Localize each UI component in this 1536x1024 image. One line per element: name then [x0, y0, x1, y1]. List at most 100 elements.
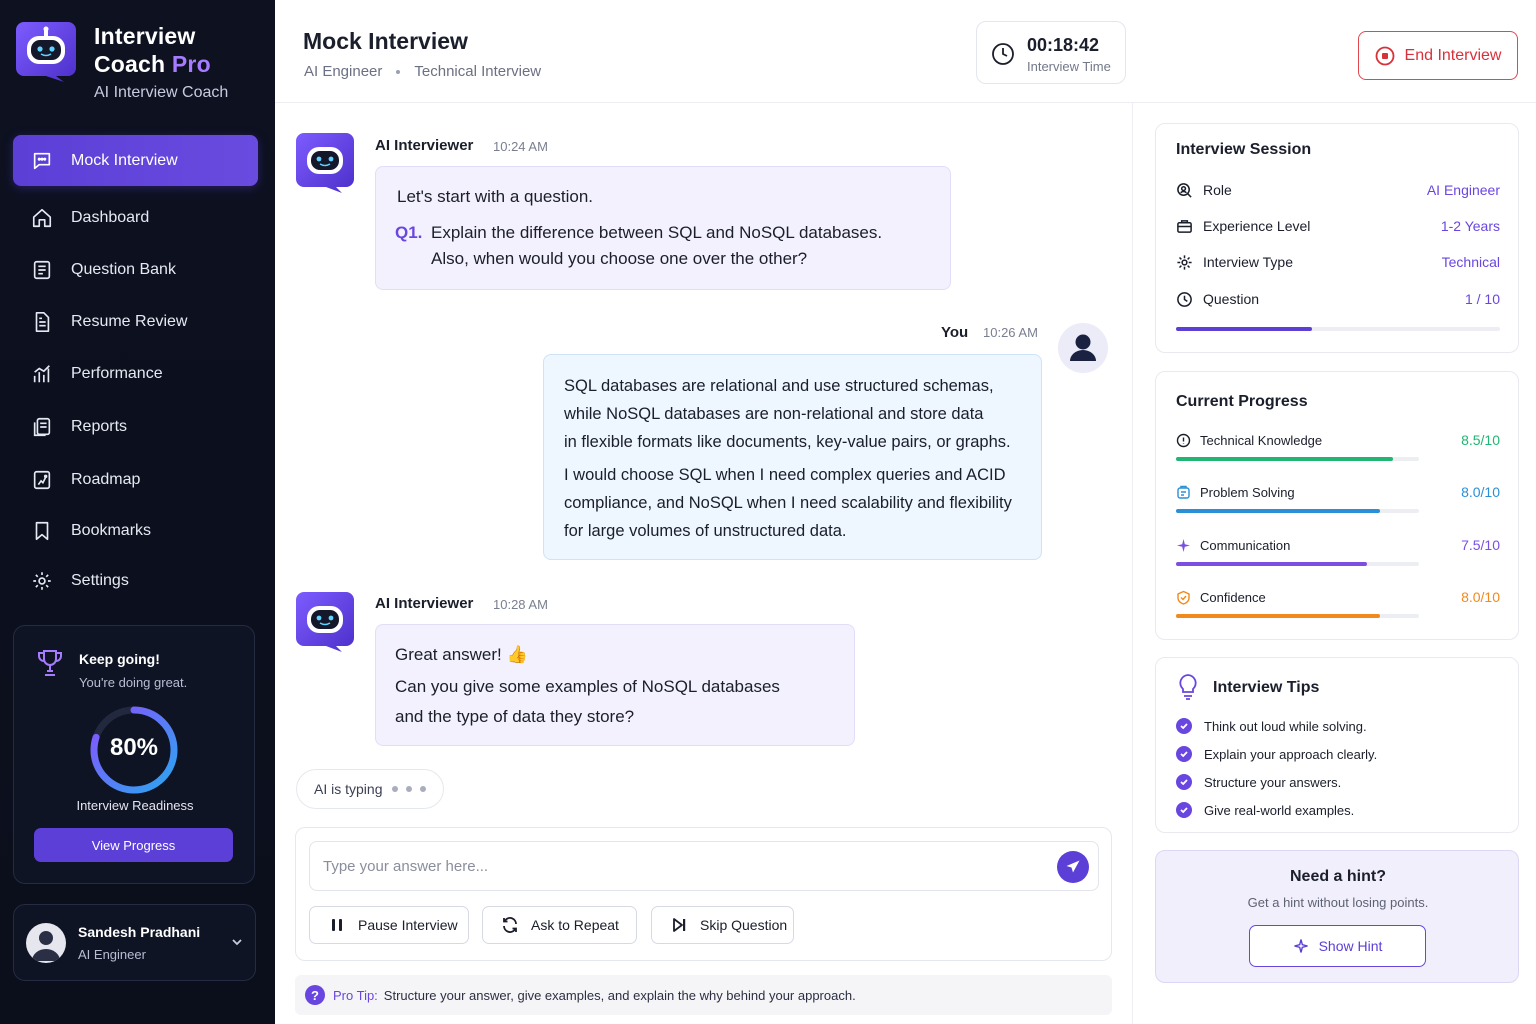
- progress-bar-fill: [1176, 614, 1380, 618]
- progress-label: Problem Solving: [1200, 484, 1295, 500]
- message-text: while NoSQL databases are non-relational…: [564, 405, 984, 423]
- sidebar-item-label: Question Bank: [71, 260, 176, 278]
- pro-tip-label: Pro Tip:: [333, 987, 378, 1003]
- sidebar-item-roadmap[interactable]: Roadmap: [13, 454, 258, 505]
- sidebar-item-mock-interview[interactable]: Mock Interview: [13, 135, 258, 186]
- sidebar-item-resume-review[interactable]: Resume Review: [13, 296, 258, 347]
- puzzle-icon: [1177, 485, 1190, 499]
- shield-icon: [1177, 590, 1190, 605]
- question-text-line1: Explain the difference between SQL and N…: [431, 223, 883, 242]
- home-icon: [32, 208, 52, 227]
- brand-subtitle: AI Interview Coach: [94, 84, 229, 101]
- sparkle-icon: [1293, 939, 1308, 953]
- message-time: 10:28 AM: [493, 597, 548, 612]
- sidebar: Interview Coach Pro AI Interview Coach M…: [0, 0, 275, 1024]
- session-label: Role: [1203, 182, 1232, 198]
- ai-interviewer-avatar-icon: [296, 133, 354, 193]
- message-text: I would choose SQL when I need complex q…: [564, 466, 1006, 484]
- message-paragraph-2: I would choose SQL when I need complex q…: [564, 461, 1012, 545]
- brand-title-line2: Coach: [94, 51, 166, 77]
- answer-input[interactable]: [309, 841, 1099, 891]
- session-row-experience: Experience Level 1-2 Years: [1176, 216, 1500, 236]
- progress-row-technical-knowledge: Technical Knowledge 8.5/10: [1176, 430, 1500, 450]
- interview-session-card: Interview Session Role AI Engineer Exper…: [1155, 123, 1519, 353]
- interview-tips-card: Interview Tips Think out loud while solv…: [1155, 657, 1519, 833]
- sidebar-item-reports[interactable]: Reports: [13, 401, 258, 452]
- avatar: [26, 923, 66, 963]
- question-progress-bar: [1176, 327, 1500, 331]
- card-title: Current Progress: [1176, 393, 1308, 410]
- ask-to-repeat-button[interactable]: Ask to Repeat: [482, 906, 637, 944]
- timer-label: Interview Time: [1027, 59, 1111, 74]
- repeat-icon: [503, 917, 517, 933]
- message-time: 10:26 AM: [983, 325, 1038, 340]
- gear-icon: [33, 571, 51, 590]
- sidebar-item-performance[interactable]: Performance: [13, 348, 258, 399]
- message-text: Can you give some examples of NoSQL data…: [395, 677, 780, 696]
- brand-title-accent: Pro: [171, 51, 211, 77]
- brand-title: Interview Coach Pro: [94, 22, 211, 78]
- session-label: Interview Type: [1203, 254, 1294, 270]
- pause-interview-label: Pause Interview: [358, 917, 458, 933]
- skip-question-button[interactable]: Skip Question: [651, 906, 794, 944]
- bar-chart-icon: [33, 364, 50, 382]
- user-profile-card[interactable]: Sandesh Pradhani AI Engineer: [13, 904, 256, 981]
- send-icon: [1066, 860, 1080, 873]
- question-mark-icon: ?: [305, 985, 325, 1005]
- tip-item: Explain your approach clearly.: [1176, 744, 1377, 764]
- progress-label: Communication: [1200, 537, 1291, 553]
- progress-row-problem-solving: Problem Solving 8.0/10: [1176, 482, 1500, 502]
- session-row-question: Question 1 / 10: [1176, 289, 1500, 309]
- card-title: Interview Tips: [1213, 679, 1320, 696]
- ai-message-bubble: Great answer! 👍 Can you give some exampl…: [375, 624, 855, 746]
- tip-item: Think out loud while solving.: [1176, 716, 1367, 736]
- current-progress-card: Current Progress Technical Knowledge 8.5…: [1155, 371, 1519, 640]
- right-panel: Interview Session Role AI Engineer Exper…: [1132, 103, 1536, 1024]
- chat-icon: [33, 152, 51, 169]
- progress-value: 8.5/10: [1461, 432, 1500, 448]
- tip-item: Give real-world examples.: [1176, 800, 1354, 820]
- tip-text: Explain your approach clearly.: [1204, 746, 1378, 762]
- sparkle-grid-icon: [1177, 254, 1192, 270]
- check-icon: [1176, 746, 1192, 762]
- show-hint-button[interactable]: Show Hint: [1249, 925, 1426, 967]
- sidebar-item-label: Reports: [71, 417, 128, 435]
- message-text: compliance, and NoSQL when I need scalab…: [564, 494, 1012, 512]
- brand: Interview Coach Pro AI Interview Coach: [16, 18, 266, 108]
- progress-bar-fill: [1176, 509, 1380, 513]
- typing-label: AI is typing: [314, 781, 383, 797]
- message-author: AI Interviewer: [375, 137, 474, 154]
- brand-title-line1: Interview: [94, 23, 196, 49]
- end-interview-button[interactable]: End Interview: [1358, 31, 1518, 80]
- message-author: AI Interviewer: [375, 595, 474, 612]
- user-role: AI Engineer: [78, 947, 146, 962]
- message-text: Great answer! 👍: [395, 645, 528, 664]
- clock-icon: [992, 43, 1014, 65]
- show-hint-label: Show Hint: [1318, 938, 1383, 954]
- timer-value: 00:18:42: [1027, 35, 1100, 55]
- typing-indicator: AI is typing: [296, 769, 444, 809]
- view-progress-button[interactable]: View Progress: [34, 828, 233, 862]
- progress-row-communication: Communication 7.5/10: [1176, 535, 1500, 555]
- sidebar-item-label: Bookmarks: [71, 521, 152, 539]
- sidebar-item-question-bank[interactable]: Question Bank: [13, 244, 258, 295]
- sidebar-item-label: Performance: [71, 364, 163, 382]
- send-button[interactable]: [1057, 851, 1089, 883]
- session-label: Experience Level: [1203, 218, 1311, 234]
- session-label: Question: [1203, 291, 1260, 307]
- end-interview-label: End Interview: [1404, 46, 1502, 64]
- trophy-icon: [38, 650, 62, 676]
- chevron-down-icon[interactable]: [230, 935, 244, 949]
- readiness-title: Keep going!: [79, 651, 160, 667]
- message-text: and the type of data they store?: [395, 707, 635, 726]
- question-text-line2: Also, when would you choose one over the…: [431, 249, 808, 268]
- message-text: for large volumes of unstructured data.: [564, 522, 847, 540]
- readiness-subtitle: You're doing great.: [79, 675, 188, 690]
- sidebar-item-bookmarks[interactable]: Bookmarks: [13, 505, 258, 556]
- session-value: 1 / 10: [1464, 291, 1500, 307]
- tip-text: Structure your answers.: [1204, 774, 1342, 790]
- typing-dots: [392, 786, 434, 792]
- sidebar-item-dashboard[interactable]: Dashboard: [13, 192, 258, 243]
- sidebar-item-settings[interactable]: Settings: [13, 555, 258, 606]
- pause-interview-button[interactable]: Pause Interview: [309, 906, 469, 944]
